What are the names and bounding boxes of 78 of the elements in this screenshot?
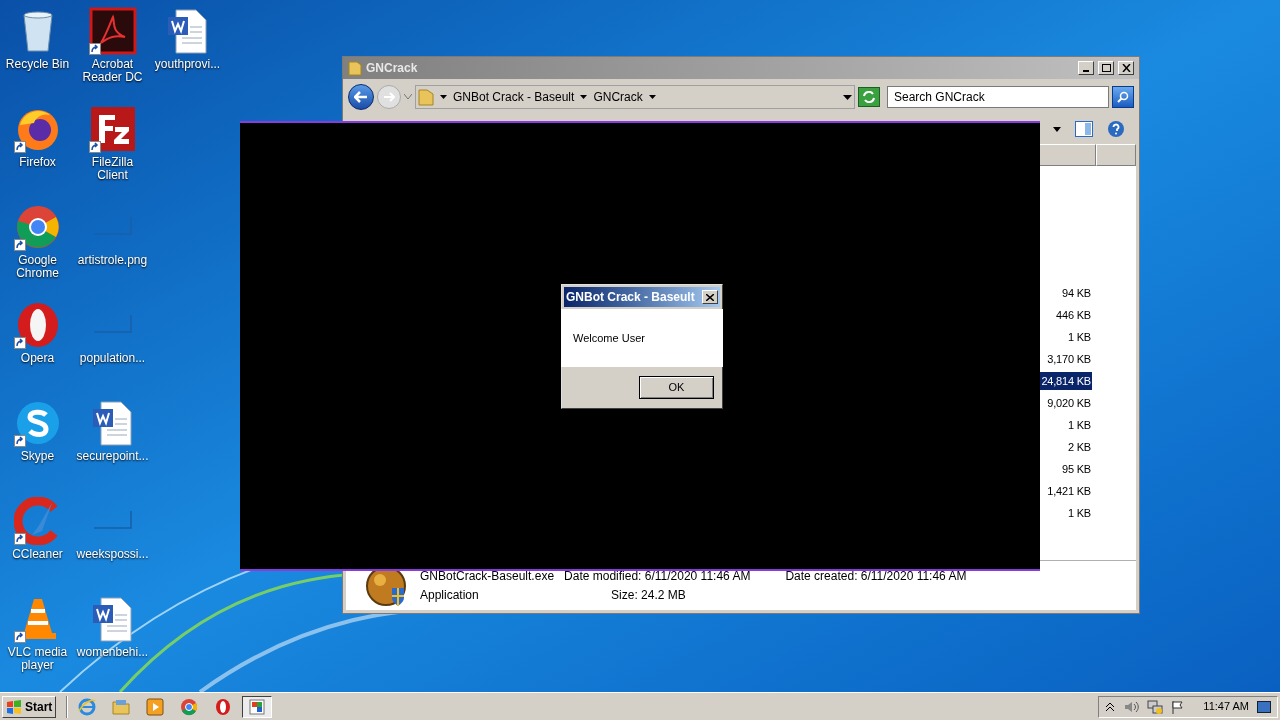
desktop-icon-label[interactable]: FileZilla Client bbox=[75, 156, 150, 182]
desktop-icon-label[interactable]: artistrole.png bbox=[76, 254, 149, 267]
breadcrumb-item[interactable]: GNBot Crack - Baseult bbox=[453, 88, 575, 106]
folder-icon bbox=[418, 88, 434, 106]
window-title: GNCrack bbox=[366, 60, 419, 77]
taskbar-button[interactable] bbox=[242, 695, 273, 718]
file-size[interactable]: 24,814 KB bbox=[1040, 372, 1092, 390]
start-button[interactable]: Start bbox=[2, 695, 57, 718]
desktop-icon-label[interactable]: Opera bbox=[19, 352, 56, 365]
file-size[interactable]: 9,020 KB bbox=[1046, 394, 1092, 412]
desktop-icon-label[interactable]: Recycle Bin bbox=[4, 58, 71, 71]
desktop-icon-label[interactable]: Skype bbox=[19, 450, 56, 463]
search-field[interactable]: Search GNCrack bbox=[887, 86, 1109, 108]
desktop-icon-label[interactable]: CCleaner bbox=[11, 548, 64, 561]
desktop-icon-label[interactable]: weekspossi... bbox=[75, 548, 150, 561]
desktop-icon-label[interactable]: VLC media player bbox=[0, 646, 75, 672]
caret-icon bbox=[440, 95, 447, 99]
internet-explorer-icon bbox=[77, 696, 98, 717]
search-icon bbox=[1117, 91, 1129, 103]
network-icon[interactable] bbox=[1147, 698, 1164, 715]
ok-button[interactable]: OK bbox=[639, 376, 714, 399]
show-desktop-icon[interactable] bbox=[1257, 700, 1271, 713]
filezilla-icon bbox=[88, 105, 137, 153]
pdf-icon bbox=[88, 7, 137, 55]
help-icon[interactable] bbox=[1107, 120, 1125, 138]
search-button[interactable] bbox=[1112, 86, 1134, 108]
media-player-icon bbox=[145, 696, 166, 717]
back-arrow-icon bbox=[354, 91, 368, 103]
close-icon bbox=[706, 293, 714, 301]
file-size[interactable]: 1 KB bbox=[1066, 504, 1092, 522]
dropdown-caret-icon bbox=[843, 94, 852, 100]
flag-icon[interactable] bbox=[1171, 699, 1186, 714]
file-size[interactable]: 3,170 KB bbox=[1046, 350, 1092, 368]
close-icon bbox=[1121, 64, 1131, 72]
back-button[interactable] bbox=[348, 84, 374, 110]
chevron-up-icon[interactable] bbox=[1105, 701, 1116, 712]
file-size-detail: Size: 24.2 MB bbox=[610, 586, 687, 604]
file-size[interactable]: 446 KB bbox=[1055, 306, 1092, 324]
desktop-icon-label[interactable]: Firefox bbox=[18, 156, 57, 169]
file-size[interactable]: 1 KB bbox=[1066, 416, 1092, 434]
breadcrumb-item[interactable]: GNCrack bbox=[593, 88, 643, 106]
clock[interactable]: 11:47 AM bbox=[1203, 698, 1249, 715]
file-type: Application bbox=[420, 586, 480, 604]
date-created: Date created: 6/11/2020 11:46 AM bbox=[784, 567, 967, 585]
file-size[interactable]: 94 KB bbox=[1061, 284, 1092, 302]
maximize-button[interactable] bbox=[1098, 61, 1114, 75]
desktop-icon-label[interactable]: youthprovi... bbox=[153, 58, 222, 71]
forward-arrow-icon bbox=[383, 92, 395, 102]
preview-pane-icon[interactable] bbox=[1075, 121, 1093, 137]
file-size[interactable]: 1 KB bbox=[1066, 328, 1092, 346]
caret-icon bbox=[580, 95, 588, 99]
refresh-button[interactable] bbox=[858, 87, 880, 107]
date-modified: Date modified: 6/11/2020 11:46 AM bbox=[564, 567, 751, 585]
close-button[interactable] bbox=[1118, 61, 1134, 75]
dropdown-caret-icon[interactable] bbox=[1053, 126, 1061, 132]
folder-icon bbox=[348, 60, 362, 76]
windows-logo-icon bbox=[6, 699, 22, 714]
minimize-button[interactable] bbox=[1078, 61, 1094, 75]
dropdown-caret-icon bbox=[404, 94, 412, 100]
maximize-icon bbox=[1101, 64, 1111, 72]
desktop-icon-label[interactable]: securepoint... bbox=[75, 450, 150, 463]
close-button[interactable] bbox=[702, 290, 718, 304]
file-name: GNBotCrack-Baseult.exe bbox=[420, 567, 555, 585]
dialog-title: GNBot Crack - Baseult bbox=[566, 289, 696, 306]
speaker-icon[interactable] bbox=[1123, 699, 1140, 714]
file-size[interactable]: 95 KB bbox=[1061, 460, 1092, 478]
address-bar[interactable]: GNBot Crack - Baseult GNCrack bbox=[415, 85, 855, 109]
desktop-icon-label[interactable]: population... bbox=[78, 352, 147, 365]
column-header[interactable] bbox=[1038, 144, 1096, 166]
desktop-icon-label[interactable]: Acrobat Reader DC bbox=[75, 58, 150, 84]
desktop-icon-label[interactable]: Google Chrome bbox=[0, 254, 75, 280]
caret-icon bbox=[648, 95, 656, 99]
file-size[interactable]: 2 KB bbox=[1066, 438, 1092, 456]
file-size[interactable]: 1,421 KB bbox=[1046, 482, 1092, 500]
dialog-message: Welcome User bbox=[573, 330, 645, 346]
application-icon bbox=[247, 696, 268, 717]
chrome-icon bbox=[179, 696, 200, 717]
refresh-icon bbox=[862, 91, 876, 103]
